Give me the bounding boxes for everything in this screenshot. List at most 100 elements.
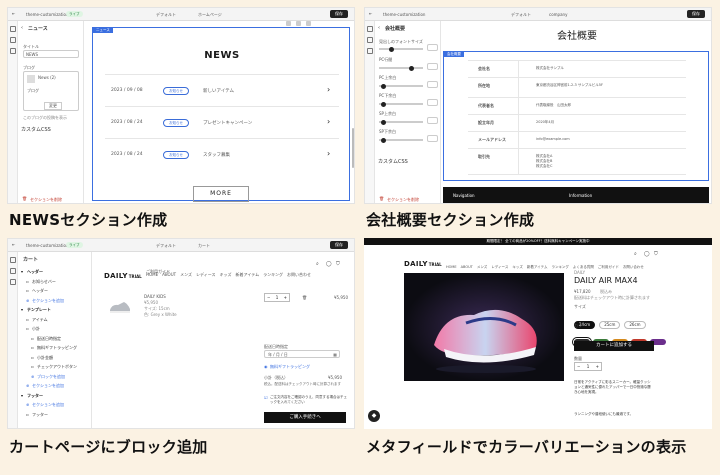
tree-item[interactable]: ▫ アイテム — [21, 315, 91, 325]
exit-icon[interactable]: ⇤ — [369, 11, 372, 16]
sections-icon[interactable] — [9, 257, 16, 263]
chevron-right-icon[interactable]: › — [327, 149, 330, 158]
nav-link[interactable]: レディース — [491, 265, 508, 269]
nav-link[interactable]: キッズ — [220, 272, 232, 277]
font-size-value[interactable] — [427, 44, 438, 51]
setting-slider[interactable] — [379, 119, 423, 125]
tree-item[interactable]: ▫ お知らせバー — [21, 277, 91, 287]
page-select[interactable]: カート — [198, 243, 210, 249]
font-size-slider[interactable] — [379, 46, 423, 52]
custom-css-label[interactable]: カスタムCSS — [378, 158, 408, 165]
apps-icon[interactable] — [366, 48, 373, 54]
nav-link[interactable]: キッズ — [512, 265, 523, 269]
checkout-button[interactable]: ご購入手続きへ — [264, 412, 346, 423]
size-option[interactable]: 26cm — [624, 321, 646, 329]
remove-item-icon[interactable]: 🗑 — [302, 295, 307, 300]
news-row[interactable]: 2023 / 08 / 24 お知らせ スタッフ募集 › — [105, 138, 339, 170]
nav-link[interactable]: ランキング — [263, 272, 283, 277]
theme-select[interactable]: デフォルト — [511, 12, 531, 18]
minus-icon[interactable]: − — [577, 363, 580, 370]
slider-knob[interactable] — [381, 137, 386, 143]
nav-link[interactable]: 新着アイテム — [527, 265, 548, 269]
save-button[interactable]: 保存 — [330, 10, 348, 18]
sections-icon[interactable] — [366, 26, 373, 32]
nav-link[interactable]: 新着アイテム — [236, 272, 260, 277]
tree-item[interactable]: ▫ 配送日時指定 — [21, 334, 91, 344]
nav-link[interactable]: レディース — [196, 272, 216, 277]
title-input[interactable]: NEWS — [23, 50, 79, 58]
nav-link[interactable]: ABOUT — [461, 265, 473, 269]
canvas-scrollbar[interactable] — [352, 128, 354, 168]
exit-icon[interactable]: ⇤ — [12, 11, 15, 16]
tree-item[interactable]: ▫ 小計金額 — [21, 353, 91, 363]
plus-icon[interactable]: + — [596, 363, 599, 370]
remove-section-button[interactable]: セクションを削除 — [30, 197, 62, 203]
size-option[interactable]: 25cm — [599, 321, 621, 329]
tree-item[interactable]: ▫ ヘッダー — [21, 286, 91, 296]
back-icon[interactable]: ‹ — [378, 25, 380, 31]
more-button[interactable]: MORE — [193, 186, 249, 202]
back-icon[interactable]: ‹ — [21, 25, 23, 31]
sections-icon[interactable] — [9, 26, 16, 32]
apps-icon[interactable] — [9, 279, 16, 285]
tree-item[interactable]: ▫ 小計 — [21, 324, 91, 334]
remove-section-button[interactable]: セクションを削除 — [387, 197, 419, 203]
setting-value[interactable] — [427, 117, 438, 124]
page-select[interactable]: company — [549, 12, 567, 17]
nav-link[interactable]: メンズ — [477, 265, 487, 269]
setting-value[interactable] — [427, 63, 438, 70]
tree-item[interactable]: ▫ チェックアウトボタン — [21, 362, 91, 372]
page-select[interactable]: ホームページ — [198, 12, 222, 18]
slider-knob[interactable] — [409, 65, 414, 71]
minus-icon[interactable]: − — [267, 294, 270, 301]
setting-value[interactable] — [427, 99, 438, 106]
add-to-cart-button[interactable]: カートに追加する — [574, 341, 654, 351]
agree-checkbox[interactable]: ☑ — [264, 395, 268, 400]
exit-icon[interactable]: ⇤ — [12, 242, 15, 247]
nav-link[interactable]: ランキング — [552, 265, 569, 269]
account-icon[interactable]: ◯ — [644, 251, 650, 257]
nav-link[interactable]: メンズ — [180, 272, 192, 277]
slider-knob[interactable] — [381, 119, 386, 125]
setting-value[interactable] — [427, 81, 438, 88]
custom-css-label[interactable]: カスタムCSS — [21, 126, 51, 133]
tree-item[interactable]: ▫ フッター — [21, 410, 91, 420]
shopify-chat-icon[interactable]: ◆ — [368, 410, 380, 422]
add-item-button[interactable]: ⊕ セクションを追加 — [21, 381, 91, 391]
change-blog-button[interactable]: 変更 — [44, 102, 62, 110]
theme-select[interactable]: デフォルト — [156, 12, 176, 18]
save-button[interactable]: 保存 — [330, 241, 348, 249]
search-icon[interactable]: ⌕ — [634, 251, 637, 257]
cart-icon[interactable]: ⛉ — [654, 251, 658, 257]
setting-value[interactable] — [427, 135, 438, 142]
setting-slider[interactable] — [379, 137, 423, 143]
slider-knob[interactable] — [381, 83, 386, 89]
plus-icon[interactable]: + — [284, 294, 287, 301]
chevron-right-icon[interactable]: › — [327, 117, 330, 126]
save-button[interactable]: 保存 — [687, 10, 705, 18]
nav-link[interactable]: お問い合わせ — [287, 272, 311, 277]
nav-link[interactable]: ご利用ガイド — [598, 265, 619, 269]
nav-link[interactable]: よくある質問 — [573, 265, 594, 269]
theme-settings-icon[interactable] — [366, 37, 373, 43]
search-icon[interactable]: ⌕ — [316, 261, 319, 267]
account-icon[interactable]: ◯ — [326, 261, 332, 267]
subnav-link[interactable]: ご利用ガイド — [146, 269, 170, 275]
slider-knob[interactable] — [389, 46, 394, 52]
quantity-stepper[interactable]: − 1 + — [574, 362, 602, 371]
nav-link[interactable]: お問い合わせ — [623, 265, 644, 269]
theme-settings-icon[interactable] — [9, 268, 16, 274]
cart-item-name[interactable]: DAILY KIDS — [144, 294, 166, 299]
news-row[interactable]: 2023 / 08 / 24 お知らせ プレゼントキャンペーン › — [105, 106, 339, 138]
slider-knob[interactable] — [381, 101, 386, 107]
tree-item[interactable]: ▫ 無料ギフトラッピング — [21, 343, 91, 353]
chevron-right-icon[interactable]: › — [327, 85, 330, 94]
gift-radio[interactable]: ◉ — [264, 364, 268, 369]
theme-settings-icon[interactable] — [9, 37, 16, 43]
setting-slider[interactable] — [379, 101, 423, 107]
setting-slider[interactable] — [379, 65, 423, 71]
setting-slider[interactable] — [379, 83, 423, 89]
news-row[interactable]: 2023 / 09 / 08 お知らせ 新しいアイテム › — [105, 74, 339, 106]
cart-icon[interactable]: ⛉ — [336, 261, 340, 267]
add-item-button[interactable]: ⊕ セクションを追加 — [21, 400, 91, 410]
